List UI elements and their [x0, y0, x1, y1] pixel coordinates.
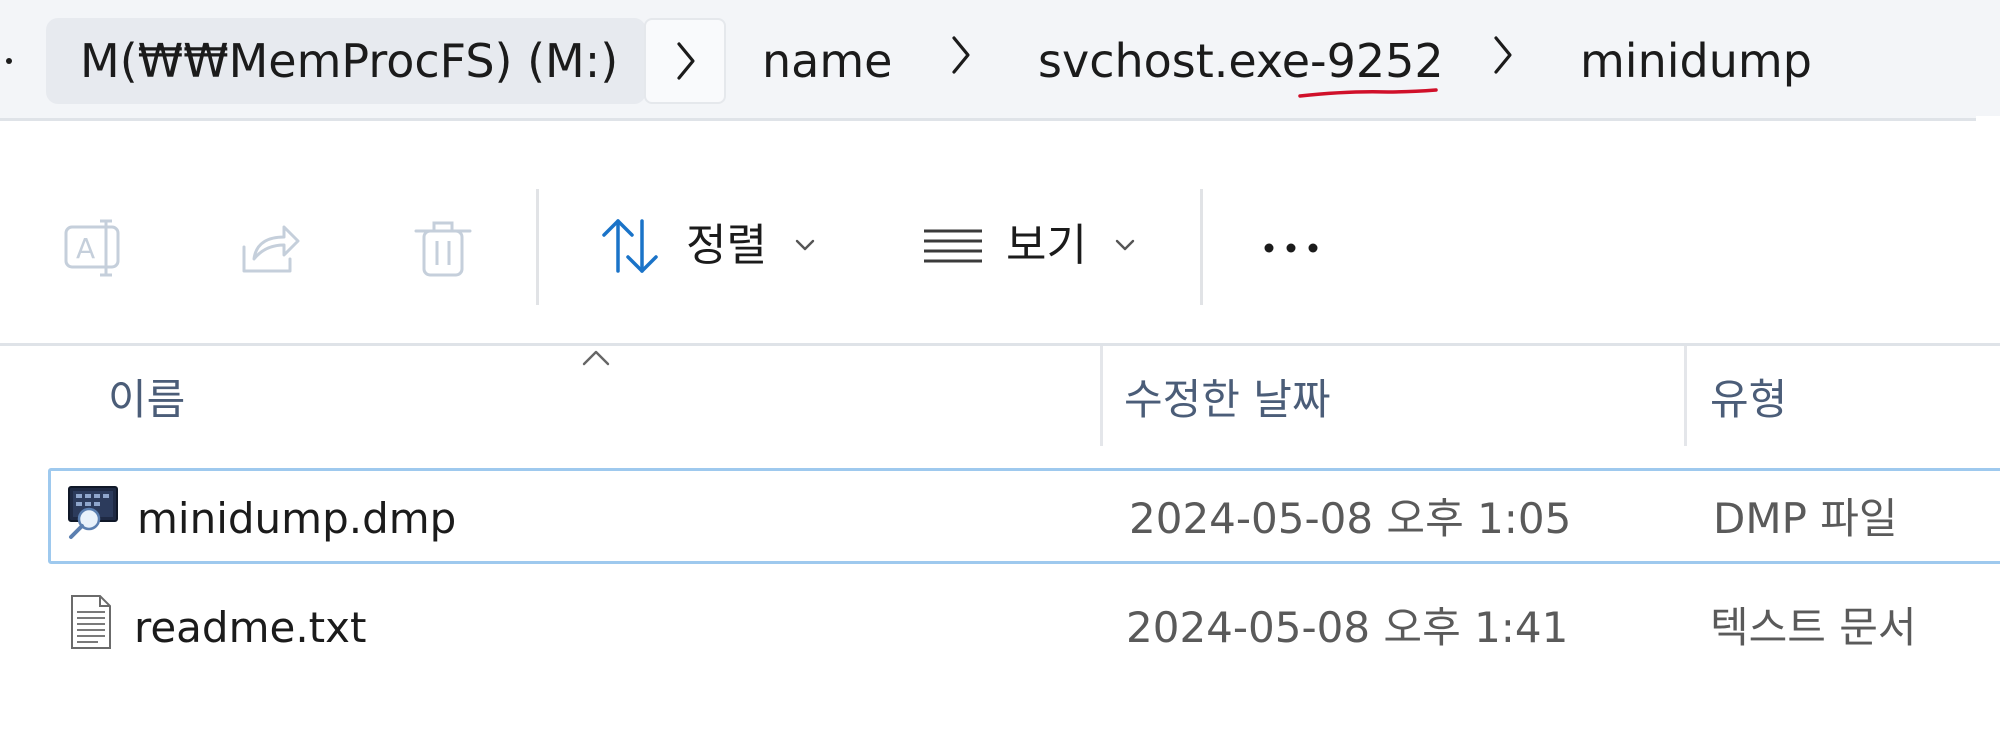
chevron-down-icon [1114, 234, 1136, 256]
view-label: 보기 [1006, 220, 1087, 271]
address-bar: M(₩₩MemProcFS) (M:) name svchost.exe-925… [0, 0, 2000, 121]
sort-ascending-caret-icon [580, 348, 612, 368]
breadcrumb-item-name[interactable]: name [762, 18, 892, 104]
breadcrumb-chevron-button[interactable] [644, 18, 726, 104]
view-button[interactable]: 보기 [908, 201, 1148, 291]
column-header-modified[interactable]: 수정한 날짜 [1124, 370, 1331, 430]
toolbar-divider [1200, 189, 1203, 305]
chevron-right-icon[interactable] [948, 30, 976, 80]
sort-label: 정렬 [686, 220, 767, 271]
view-lines-icon [918, 211, 988, 281]
file-row-readme[interactable]: readme.txt 2024-05-08 오후 1:41 텍스트 문서 [48, 580, 2000, 676]
share-icon[interactable] [234, 213, 304, 283]
overflow-dot-icon[interactable] [6, 58, 12, 64]
column-header-type[interactable]: 유형 [1710, 370, 1787, 430]
file-modified: 2024-05-08 오후 1:05 [1129, 494, 1572, 543]
column-divider[interactable] [1684, 346, 1687, 446]
chevron-right-icon[interactable] [1490, 30, 1518, 80]
red-underline-annotation [1298, 86, 1438, 100]
file-name: minidump.dmp [137, 494, 457, 543]
dump-file-icon [65, 485, 121, 541]
chevron-down-icon [794, 234, 816, 256]
column-divider[interactable] [1100, 346, 1103, 446]
breadcrumb-root[interactable]: M(₩₩MemProcFS) (M:) [46, 18, 646, 104]
more-options-icon[interactable] [1256, 213, 1326, 283]
toolbar-divider [536, 189, 539, 305]
file-name: readme.txt [134, 603, 367, 652]
sort-button[interactable]: 정렬 [586, 201, 826, 291]
file-modified: 2024-05-08 오후 1:41 [1126, 603, 1569, 652]
chevron-right-icon [673, 36, 701, 86]
text-file-icon [62, 594, 118, 650]
breadcrumb: M(₩₩MemProcFS) (M:) name svchost.exe-925… [0, 0, 1976, 121]
rename-icon[interactable]: A [60, 213, 130, 283]
svg-text:A: A [76, 232, 95, 265]
breadcrumb-item-minidump[interactable]: minidump [1580, 18, 1812, 104]
trash-icon[interactable] [408, 213, 478, 283]
sort-arrows-icon [596, 211, 666, 281]
file-type: DMP 파일 [1713, 494, 1898, 543]
column-header-name[interactable]: 이름 [108, 370, 185, 430]
file-type: 텍스트 문서 [1710, 603, 1917, 652]
command-bar: A 정렬 보기 [0, 121, 2000, 346]
file-row-minidump[interactable]: minidump.dmp 2024-05-08 오후 1:05 DMP 파일 [48, 468, 2000, 564]
